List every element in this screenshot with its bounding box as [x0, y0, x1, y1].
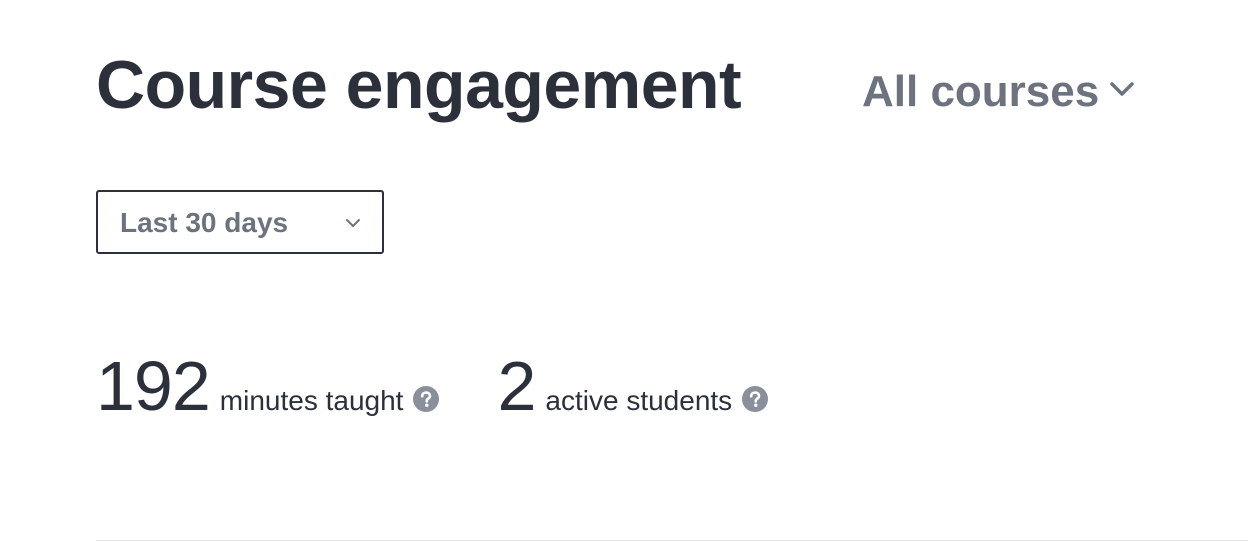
course-engagement-page: Course engagement All courses Last 30 da…	[0, 0, 1248, 542]
stat-value: 2	[497, 347, 536, 425]
stats-row: 192 minutes taught 2 active students	[96, 342, 826, 426]
header: Course engagement All courses	[96, 42, 1176, 132]
date-range-label: Last 30 days	[120, 207, 289, 238]
chevron-down-icon	[1110, 82, 1134, 96]
help-icon[interactable]	[742, 386, 769, 412]
date-range-dropdown[interactable]: Last 30 days	[96, 190, 384, 254]
stat-minutes-taught: 192 minutes taught	[96, 346, 440, 426]
help-icon[interactable]	[413, 386, 440, 412]
page-title: Course engagement	[96, 47, 742, 123]
chevron-down-icon	[346, 219, 360, 227]
stat-label: active students	[545, 385, 733, 416]
stat-label: minutes taught	[219, 385, 404, 416]
course-filter-label: All courses	[862, 67, 1100, 116]
stat-active-students: 2 active students	[497, 346, 769, 426]
stat-value: 192	[96, 347, 211, 425]
divider	[96, 540, 1248, 541]
course-filter-dropdown[interactable]: All courses	[862, 66, 1137, 118]
